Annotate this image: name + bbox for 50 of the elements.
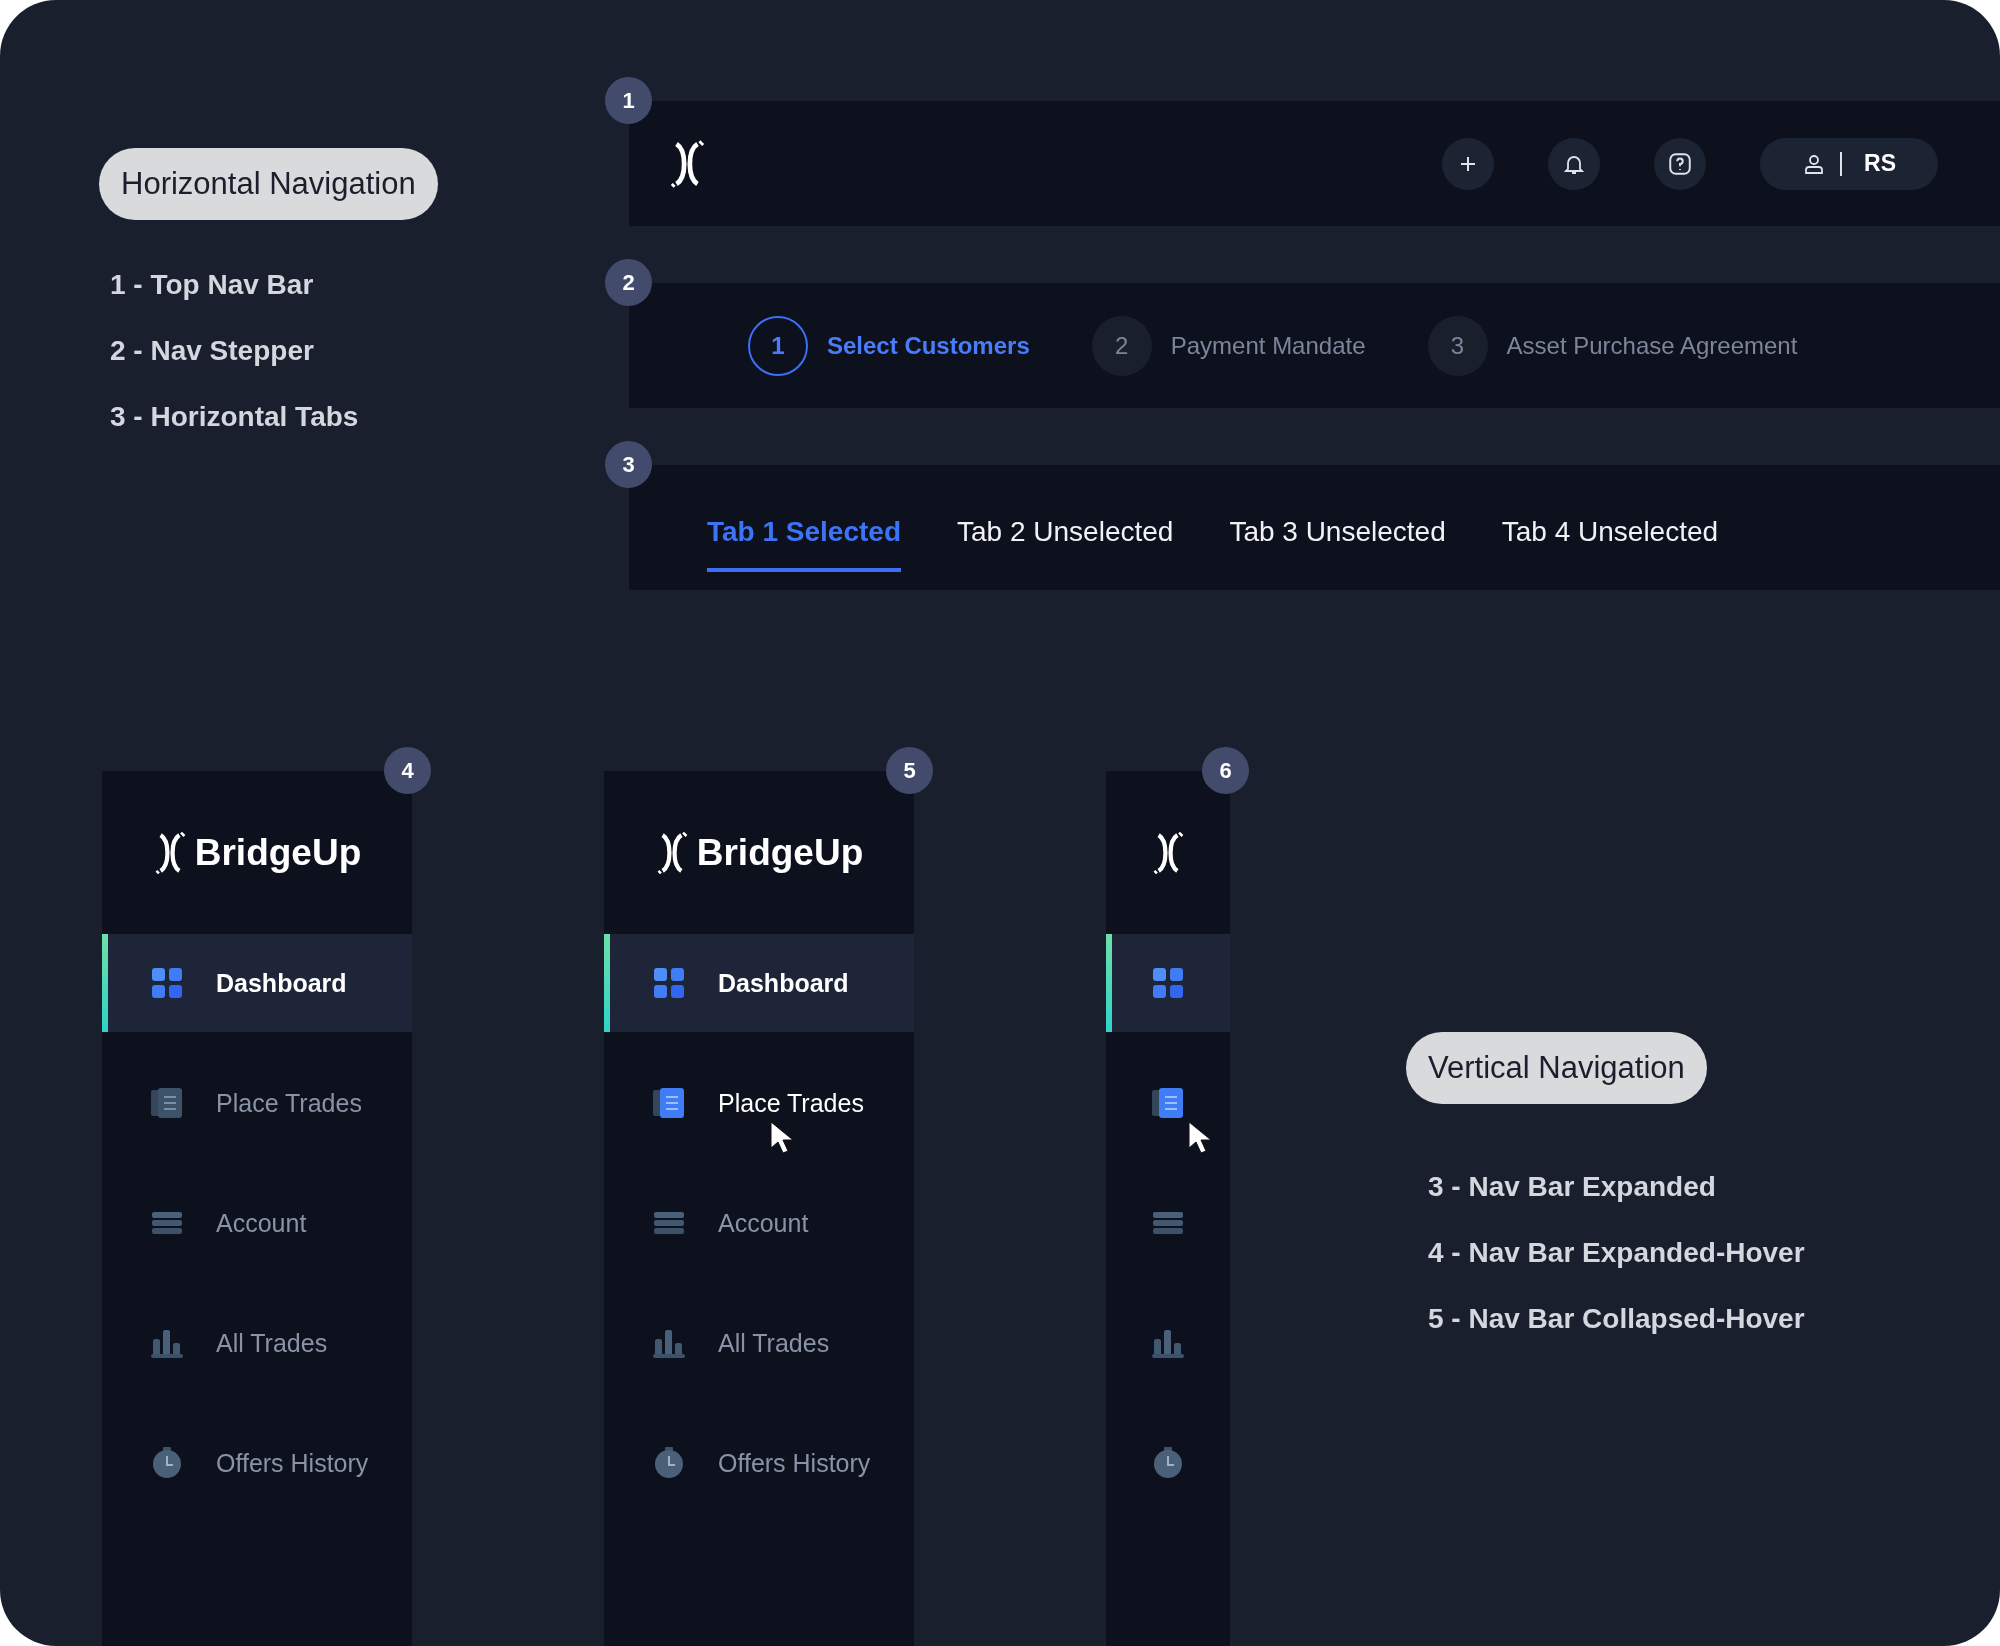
nav-item[interactable]: Place Trades — [102, 1054, 412, 1152]
number-badge: 1 — [605, 77, 652, 124]
legend-item: 3 - Horizontal Tabs — [110, 402, 359, 432]
help-icon — [1667, 150, 1693, 177]
nav-item[interactable]: Offers History — [102, 1414, 412, 1512]
nav-item[interactable]: Place Trades — [604, 1054, 914, 1152]
tab[interactable]: Tab 2 Unselected — [957, 489, 1174, 572]
user-menu-button[interactable]: RS — [1760, 137, 1938, 190]
clock-icon — [652, 1446, 686, 1480]
nav-item[interactable]: Dashboard — [604, 934, 914, 1032]
tab[interactable]: Tab 3 Unselected — [1229, 489, 1446, 572]
tab[interactable]: Tab 1 Selected — [707, 489, 901, 572]
document-icon — [1151, 1086, 1185, 1120]
number-badge: 6 — [1202, 747, 1249, 794]
step-number[interactable]: 3 — [1427, 315, 1488, 376]
legend-item: 5 - Nav Bar Collapsed-Hover — [1428, 1304, 1805, 1334]
brand-name: BridgeUp — [696, 831, 864, 874]
legend-item: 1 - Top Nav Bar — [110, 270, 314, 300]
nav-item[interactable]: Dashboard — [102, 934, 412, 1032]
document-icon — [652, 1086, 686, 1120]
legend-item: 3 - Nav Bar Expanded — [1428, 1172, 1716, 1202]
nav-item[interactable]: Account — [604, 1174, 914, 1272]
grid-icon — [1151, 966, 1185, 1000]
step-label[interactable]: Select Customers — [827, 331, 1030, 360]
clock-icon — [1151, 1446, 1185, 1480]
grid-icon — [150, 966, 184, 1000]
logo-icon — [668, 138, 706, 189]
nav-item[interactable]: All Trades — [102, 1294, 412, 1392]
number-badge: 5 — [886, 747, 933, 794]
nav-item[interactable] — [1106, 934, 1230, 1032]
logo-icon — [1151, 829, 1185, 876]
document-icon — [150, 1086, 184, 1120]
step-number[interactable]: 2 — [1091, 315, 1152, 376]
clock-icon — [150, 1446, 184, 1480]
number-badge: 3 — [605, 441, 652, 488]
legend-item: 4 - Nav Bar Expanded-Hover — [1428, 1238, 1805, 1268]
number-badge: 2 — [605, 259, 652, 306]
number-badge: 4 — [384, 747, 431, 794]
grid-icon — [652, 966, 686, 1000]
nav-item[interactable]: All Trades — [604, 1294, 914, 1392]
step-number[interactable]: 1 — [748, 315, 808, 376]
section-title: Horizontal Navigation — [99, 148, 438, 220]
legend-item: 2 - Nav Stepper — [110, 336, 314, 366]
brand-name: BridgeUp — [194, 831, 362, 874]
step-label[interactable]: Payment Mandate — [1170, 331, 1366, 360]
nav-item[interactable]: Offers History — [604, 1414, 914, 1512]
nav-item[interactable]: Account — [102, 1174, 412, 1272]
section-title: Vertical Navigation — [1406, 1032, 1707, 1104]
tab[interactable]: Tab 4 Unselected — [1501, 489, 1719, 572]
step-label[interactable]: Asset Purchase Agreement — [1506, 331, 1798, 360]
